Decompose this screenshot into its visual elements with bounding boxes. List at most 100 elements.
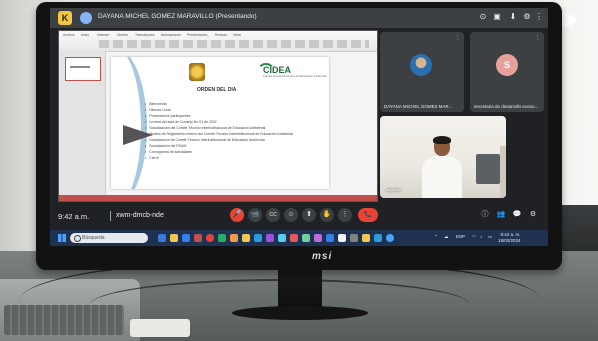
edge-icon[interactable]	[182, 234, 190, 242]
file-explorer-icon[interactable]	[170, 234, 178, 242]
more-options-button[interactable]: ⋮	[338, 208, 352, 222]
mic-button[interactable]: 🎤	[230, 208, 244, 222]
ribbon-tab[interactable]: Transiciones	[135, 33, 155, 37]
tray-cloud-icon[interactable]: ☁	[444, 234, 449, 240]
self-video-name: sagitario	[386, 187, 402, 192]
shared-screen: Archivo Inicio Insertar Diseño Transicio…	[58, 30, 378, 202]
agenda-list: Bienvenida Himnos Local Presentación par…	[145, 101, 293, 161]
ribbon-tab[interactable]: Inicio	[81, 33, 89, 37]
chat-button[interactable]: 💬	[512, 210, 522, 220]
more-icon[interactable]: ⋮	[455, 35, 460, 41]
ribbon-tools	[99, 40, 369, 48]
video-person-body	[422, 156, 462, 198]
app-icon[interactable]	[302, 234, 310, 242]
excel-icon[interactable]	[218, 234, 226, 242]
screen: K DAYANA MICHEL GOMEZ MARAVILLO (Present…	[50, 8, 548, 246]
record-icon[interactable]: ⊙	[478, 12, 488, 22]
camera-button[interactable]: 📹	[248, 208, 262, 222]
municipal-seal-icon	[189, 63, 205, 81]
taskbar-clock[interactable]: 9:42 a. m. 15/03/2024	[498, 232, 521, 244]
emoji-icon: ☺	[287, 211, 295, 218]
window-titlebar: K DAYANA MICHEL GOMEZ MARAVILLO (Present…	[50, 8, 548, 28]
camera-icon: 📹	[250, 211, 260, 218]
presenter-avatar-icon	[80, 12, 92, 24]
participant-name: secretaria de desarrollo econo...	[474, 104, 539, 109]
windows-start-icon[interactable]	[58, 234, 66, 242]
meeting-time: 9:42 a.m.	[58, 212, 90, 221]
participant-name: DAYANA MICHEL GOMEZ MAR...	[384, 104, 453, 109]
keyboard-language[interactable]: ESP	[456, 234, 465, 239]
emoji-button[interactable]: ☺	[284, 208, 298, 222]
slide-thumbnails	[59, 51, 106, 201]
raise-hand-button[interactable]: ✋	[320, 208, 334, 222]
search-icon	[74, 235, 81, 242]
app-icon[interactable]	[362, 234, 370, 242]
chrome-icon[interactable]	[206, 234, 214, 242]
ribbon-tab[interactable]: Diseño	[117, 33, 128, 37]
app-icon[interactable]	[338, 234, 346, 242]
layout-icon[interactable]: ▣	[492, 12, 502, 22]
folder-icon[interactable]	[242, 234, 250, 242]
end-call-button[interactable]: 📞	[358, 208, 378, 222]
cidea-logo-text: CIDEA	[263, 65, 292, 75]
app-badge[interactable]: K	[58, 11, 72, 25]
word-icon[interactable]	[254, 234, 262, 242]
settings-icon[interactable]: ⚙	[522, 12, 532, 22]
present-button[interactable]: ⬆	[302, 208, 316, 222]
powerpoint-icon[interactable]	[194, 234, 202, 242]
ppt-status-bar	[59, 195, 377, 201]
people-icon: 👥	[496, 211, 506, 218]
app-icon[interactable]	[290, 234, 298, 242]
ribbon-tab[interactable]: Presentación	[187, 33, 207, 37]
self-video-tile[interactable]: sagitario	[380, 116, 506, 198]
teams-icon[interactable]	[266, 234, 274, 242]
window-title: DAYANA MICHEL GOMEZ MARAVILLO (Presentan…	[98, 13, 257, 20]
present-icon: ⬆	[306, 211, 312, 218]
app-icon[interactable]	[326, 234, 334, 242]
app-icon[interactable]	[374, 234, 382, 242]
app-icon[interactable]	[386, 234, 394, 242]
more-icon: ⋮	[341, 211, 349, 218]
agenda-item: Cierre	[145, 155, 293, 161]
captions-button[interactable]: CC	[266, 208, 280, 222]
hand-icon: ✋	[322, 211, 332, 218]
chat-icon: 💬	[512, 211, 522, 218]
slide-thumbnail[interactable]	[65, 57, 101, 81]
task-view-icon[interactable]	[158, 234, 166, 242]
ribbon-tab[interactable]: Archivo	[63, 33, 75, 37]
ribbon-tab[interactable]: Revisar	[215, 33, 227, 37]
volume-icon[interactable]: ♪	[480, 234, 482, 239]
ribbon-tab[interactable]: Animaciones	[161, 33, 181, 37]
ribbon-tab[interactable]: Insertar	[97, 33, 109, 37]
taskbar-search[interactable]: Búsqueda	[70, 233, 148, 243]
meeting-code: xwm-dmcb-nde	[116, 212, 164, 219]
more-icon[interactable]: ⋮	[534, 12, 544, 22]
participant-tile[interactable]: ⋮ DAYANA MICHEL GOMEZ MAR...	[380, 32, 464, 112]
cidea-logo: CIDEA Comité Interinstitucional de Educa…	[263, 65, 327, 78]
slide-decoration-arc	[111, 57, 147, 189]
app-icon[interactable]	[350, 234, 358, 242]
cidea-logo-subtitle: Comité Interinstitucional de Educación A…	[263, 75, 327, 78]
slide-heading: ORDEN DEL DIA	[197, 87, 237, 93]
app-icon[interactable]	[278, 234, 286, 242]
monitor: msi K DAYANA MICHEL GOMEZ MARAVILLO (Pre…	[36, 2, 562, 270]
people-button[interactable]: 👥	[496, 210, 506, 220]
participant-tile[interactable]: ⋮ S secretaria de desarrollo econo...	[470, 32, 544, 112]
info-button[interactable]: ⓘ	[480, 210, 490, 220]
more-icon[interactable]: ⋮	[535, 35, 540, 41]
app-icon[interactable]	[314, 234, 322, 242]
app-icon[interactable]	[230, 234, 238, 242]
slide: ORDEN DEL DIA CIDEA Comité Interinstituc…	[111, 57, 329, 189]
monitor-brand-logo: msi	[312, 251, 333, 262]
wifi-icon[interactable]: ◠	[472, 234, 476, 240]
monitor-stand-base	[232, 306, 368, 320]
video-background-cabinet	[500, 146, 506, 198]
mic-off-icon: 🎤	[232, 211, 242, 218]
tray-chevron-icon[interactable]: ⌃	[434, 234, 438, 240]
activities-button[interactable]: ⚙	[528, 210, 538, 220]
download-icon[interactable]: ⬇	[508, 12, 518, 22]
ribbon-tab[interactable]: Vista	[233, 33, 241, 37]
info-icon: ⓘ	[481, 211, 489, 218]
battery-icon[interactable]: ▭	[488, 234, 492, 240]
participant-avatar: S	[496, 54, 518, 76]
